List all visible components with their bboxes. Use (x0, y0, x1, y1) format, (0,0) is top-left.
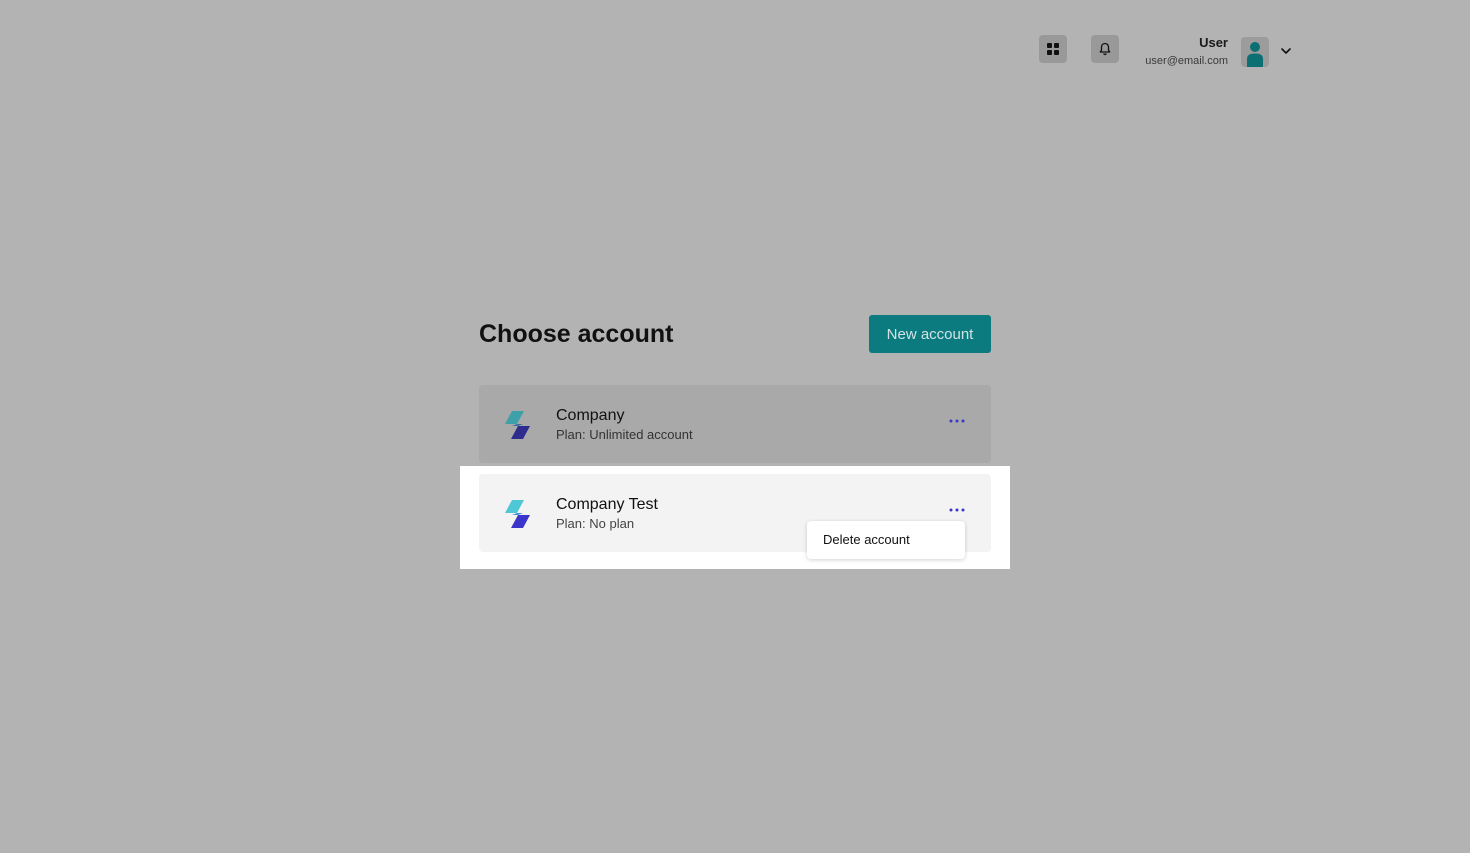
more-options-button[interactable] (947, 502, 967, 518)
delete-account-menu-item[interactable]: Delete account (823, 532, 910, 548)
bell-icon (1099, 42, 1111, 56)
notifications-button[interactable] (1091, 35, 1119, 63)
new-account-button[interactable]: New account (869, 315, 991, 353)
apps-button[interactable] (1039, 35, 1067, 63)
user-email: user@email.com (1145, 55, 1228, 67)
company-logo-icon (505, 411, 530, 439)
apps-grid-icon (1047, 43, 1059, 55)
more-dots-icon (949, 419, 965, 423)
account-name: Company (556, 407, 625, 424)
chevron-down-icon[interactable] (1279, 44, 1293, 58)
account-plan: Plan: No plan (556, 516, 635, 531)
account-plan: Plan: Unlimited account (556, 427, 693, 442)
account-card-company[interactable]: Company Plan: Unlimited account (479, 385, 991, 463)
account-options-menu: Delete account (807, 521, 965, 559)
page-title: Choose account (479, 320, 674, 348)
avatar[interactable] (1241, 37, 1269, 67)
company-logo-icon (505, 500, 530, 528)
user-avatar-icon (1247, 42, 1263, 67)
user-name: User (1199, 35, 1228, 50)
account-name: Company Test (556, 496, 658, 513)
more-options-button[interactable] (947, 413, 967, 429)
more-dots-icon (949, 508, 965, 512)
user-info[interactable]: User user@email.com (1145, 35, 1228, 69)
